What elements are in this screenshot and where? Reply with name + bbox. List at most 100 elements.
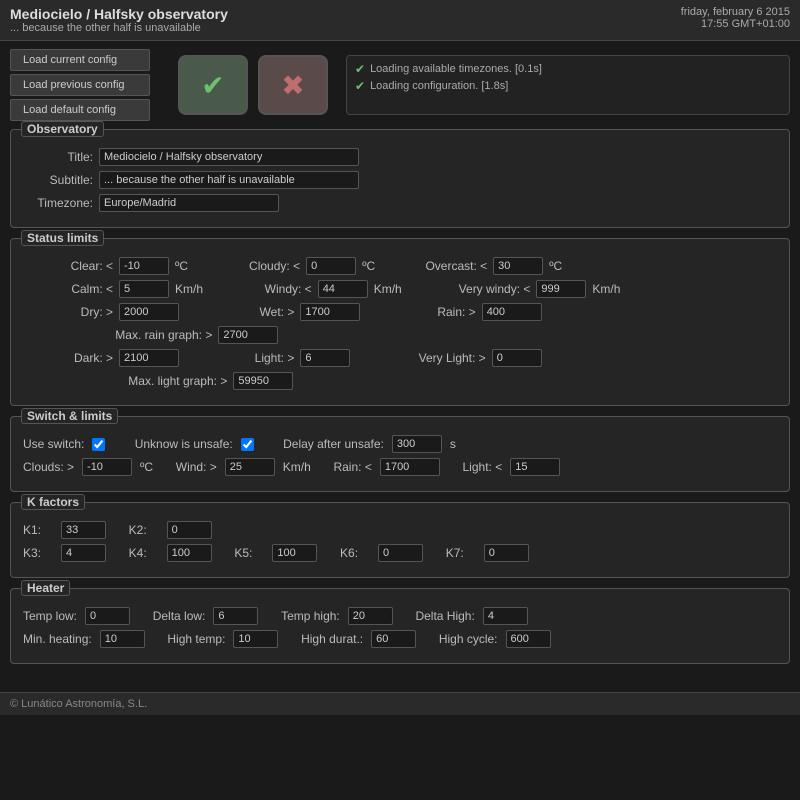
k7-input[interactable] [484, 544, 529, 562]
sw-wind-input[interactable] [225, 458, 275, 476]
k3-label: K3: [23, 546, 53, 560]
observatory-inner: Title: Subtitle: Timezone: [23, 148, 777, 212]
k6-input[interactable] [378, 544, 423, 562]
time-display: 17:55 GMT+01:00 [681, 18, 790, 30]
cloudy-input[interactable] [306, 257, 356, 275]
windy-input[interactable] [318, 280, 368, 298]
switch-row-2: Clouds: > ºC Wind: > Km/h Rain: < Light:… [23, 458, 777, 476]
overcast-input[interactable] [493, 257, 543, 275]
cloudy-unit: ºC [362, 259, 375, 273]
row-max-light: Max. light graph: > [23, 372, 777, 390]
max-rain-input[interactable] [218, 326, 278, 344]
observatory-section-title: Observatory [21, 121, 104, 137]
vwindy-unit: Km/h [592, 282, 620, 296]
button-group: Load current config Load previous config… [10, 49, 150, 121]
vlight-input[interactable] [492, 349, 542, 367]
k5-input[interactable] [272, 544, 317, 562]
temp-low-input[interactable] [85, 607, 130, 625]
sw-wind-label: Wind: > [176, 460, 217, 474]
app-subtitle: ... because the other half is unavailabl… [10, 22, 228, 34]
unknow-unsafe-label: Unknow is unsafe: [135, 437, 233, 451]
load-previous-btn[interactable]: Load previous config [10, 74, 150, 96]
obs-title-input[interactable] [99, 148, 359, 166]
overcast-label: Overcast: < [397, 259, 487, 273]
dry-label: Dry: > [23, 305, 113, 319]
delay-unsafe-unit: s [450, 437, 456, 451]
obs-timezone-label: Timezone: [23, 196, 93, 210]
clear-unit: ºC [175, 259, 188, 273]
dry-input[interactable] [119, 303, 179, 321]
status-limits-title: Status limits [21, 230, 104, 246]
k-factors-title: K factors [21, 494, 85, 510]
sw-clouds-input[interactable] [82, 458, 132, 476]
copyright-text: © Lunático Astronomía, S.L. [10, 698, 147, 710]
unknow-unsafe-checkbox[interactable] [241, 438, 254, 451]
app-title: Mediocielo / Halfsky observatory [10, 6, 228, 22]
heater-inner: Temp low: Delta low: Temp high: Delta Hi… [23, 607, 777, 648]
delta-high-input[interactable] [483, 607, 528, 625]
dark-label: Dark: > [23, 351, 113, 365]
dark-input[interactable] [119, 349, 179, 367]
rain-input[interactable] [482, 303, 542, 321]
check-icon-2: ✔ [355, 79, 365, 93]
delta-low-input[interactable] [213, 607, 258, 625]
obs-timezone-input[interactable] [99, 194, 279, 212]
confirm-buttons: ✔ ✖ [178, 55, 328, 115]
min-heating-label: Min. heating: [23, 632, 92, 646]
high-cycle-input[interactable] [506, 630, 551, 648]
heater-section-title: Heater [21, 580, 70, 596]
load-default-btn[interactable]: Load default config [10, 99, 150, 121]
log-line-2: ✔ Loading configuration. [1.8s] [355, 79, 781, 93]
row-dry-wet-rain: Dry: > Wet: > Rain: > [23, 303, 777, 321]
k1-input[interactable] [61, 521, 106, 539]
temp-high-input[interactable] [348, 607, 393, 625]
sw-rain-input[interactable] [380, 458, 440, 476]
light-input[interactable] [300, 349, 350, 367]
obs-subtitle-input[interactable] [99, 171, 359, 189]
date-display: friday, february 6 2015 [681, 6, 790, 18]
vwindy-input[interactable] [536, 280, 586, 298]
light-label: Light: > [204, 351, 294, 365]
max-light-input[interactable] [233, 372, 293, 390]
observatory-section: Observatory Title: Subtitle: Timezone: [10, 129, 790, 228]
obs-timezone-row: Timezone: [23, 194, 777, 212]
wet-input[interactable] [300, 303, 360, 321]
obs-subtitle-row: Subtitle: [23, 171, 777, 189]
row-clear-cloudy-overcast: Clear: < ºC Cloudy: < ºC Overcast: < ºC [23, 257, 777, 275]
k-factors-section: K factors K1: K2: K3: K4: K5: K6: [10, 502, 790, 578]
header-left: Mediocielo / Halfsky observatory ... bec… [10, 6, 228, 34]
sw-light-input[interactable] [510, 458, 560, 476]
row-dark-light-vlight: Dark: > Light: > Very Light: > [23, 349, 777, 367]
high-durat-label: High durat.: [301, 632, 363, 646]
confirm-check-btn[interactable]: ✔ [178, 55, 248, 115]
high-cycle-label: High cycle: [439, 632, 498, 646]
header-right: friday, february 6 2015 17:55 GMT+01:00 [681, 6, 790, 30]
obs-title-label: Title: [23, 150, 93, 164]
header: Mediocielo / Halfsky observatory ... bec… [0, 0, 800, 41]
delay-unsafe-input[interactable] [392, 435, 442, 453]
log-panel: ✔ Loading available timezones. [0.1s] ✔ … [346, 55, 790, 115]
sw-wind-unit: Km/h [283, 460, 311, 474]
high-temp-input[interactable] [233, 630, 278, 648]
sw-clouds-unit: ºC [140, 460, 153, 474]
k2-input[interactable] [167, 521, 212, 539]
k4-input[interactable] [167, 544, 212, 562]
high-durat-input[interactable] [371, 630, 416, 648]
k5-label: K5: [234, 546, 264, 560]
heater-row-1: Temp low: Delta low: Temp high: Delta Hi… [23, 607, 777, 625]
k1-label: K1: [23, 523, 53, 537]
calm-input[interactable] [119, 280, 169, 298]
confirm-x-btn[interactable]: ✖ [258, 55, 328, 115]
use-switch-checkbox[interactable] [92, 438, 105, 451]
vwindy-label: Very windy: < [420, 282, 530, 296]
sw-clouds-label: Clouds: > [23, 460, 74, 474]
k3-input[interactable] [61, 544, 106, 562]
load-current-btn[interactable]: Load current config [10, 49, 150, 71]
windy-label: Windy: < [222, 282, 312, 296]
windy-unit: Km/h [374, 282, 402, 296]
switch-row-1: Use switch: Unknow is unsafe: Delay afte… [23, 435, 777, 453]
calm-label: Calm: < [23, 282, 113, 296]
calm-unit: Km/h [175, 282, 203, 296]
min-heating-input[interactable] [100, 630, 145, 648]
clear-input[interactable] [119, 257, 169, 275]
